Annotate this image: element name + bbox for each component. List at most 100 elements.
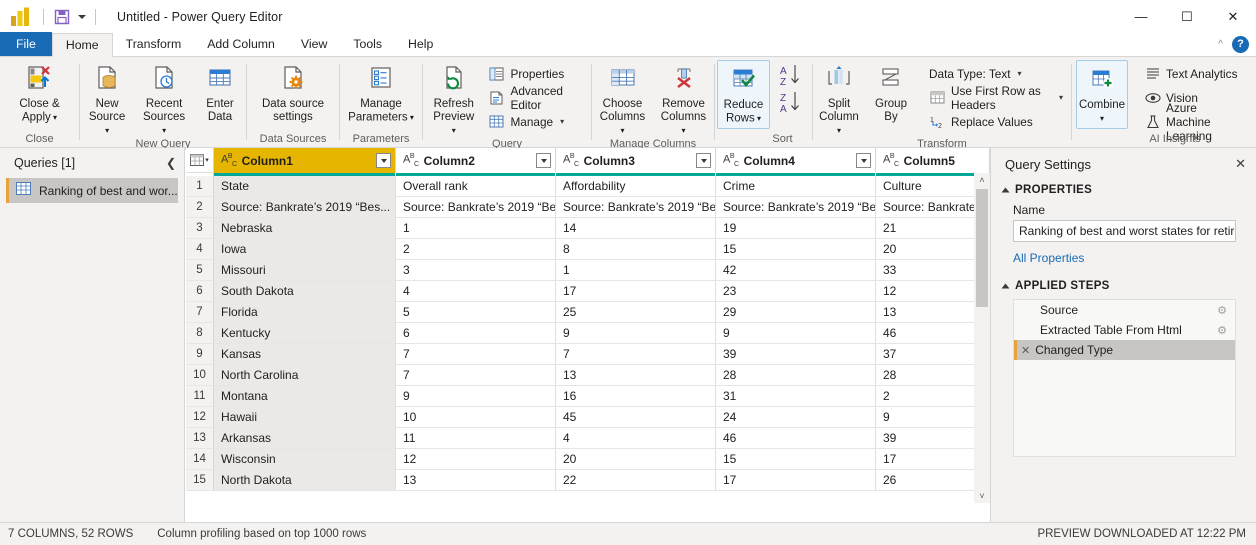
table-cell[interactable]: 15 (716, 449, 876, 469)
tab-home[interactable]: Home (52, 33, 113, 57)
table-cell[interactable]: 20 (556, 449, 716, 469)
refresh-preview-button[interactable]: Refresh Preview ▾ (427, 60, 480, 138)
table-cell[interactable]: 13 (876, 302, 990, 322)
tab-transform[interactable]: Transform (113, 32, 195, 56)
table-cell[interactable]: 13 (396, 470, 556, 490)
table-cell[interactable]: 9 (716, 323, 876, 343)
table-cell[interactable]: 46 (716, 428, 876, 448)
table-cell[interactable]: 5 (396, 302, 556, 322)
query-list-item[interactable]: Ranking of best and wor... (6, 178, 178, 203)
replace-values-button[interactable]: 1 2 Replace Values (925, 111, 1067, 132)
table-cell[interactable]: Montana (214, 386, 396, 406)
table-cell[interactable]: 46 (876, 323, 990, 343)
close-button[interactable]: ✕ (1210, 0, 1256, 33)
row-number[interactable]: 10 (186, 365, 214, 385)
table-cell[interactable]: South Dakota (214, 281, 396, 301)
row-number[interactable]: 1 (186, 176, 214, 196)
table-cell[interactable]: 6 (396, 323, 556, 343)
table-cell[interactable]: 16 (556, 386, 716, 406)
table-cell[interactable]: 17 (876, 449, 990, 469)
row-number[interactable]: 3 (186, 218, 214, 238)
all-properties-link[interactable]: All Properties (991, 242, 1256, 268)
table-cell[interactable]: 22 (556, 470, 716, 490)
quick-access-chevron-down-icon[interactable] (78, 15, 86, 19)
table-cell[interactable]: Crime (716, 176, 876, 196)
row-number[interactable]: 7 (186, 302, 214, 322)
row-number[interactable]: 8 (186, 323, 214, 343)
data-type-button[interactable]: Data Type: Text ▾ (925, 63, 1067, 84)
new-source-button[interactable]: New Source ▾ (80, 60, 134, 138)
collapse-ribbon-chevron-up-icon[interactable]: ^ (1218, 39, 1223, 50)
tab-add-column[interactable]: Add Column (194, 32, 288, 56)
table-cell[interactable]: 29 (716, 302, 876, 322)
table-cell[interactable]: 28 (716, 365, 876, 385)
table-cell[interactable]: Source: Bankrate’s 2019 “Bes... (556, 197, 716, 217)
table-row[interactable]: 11Montana916312 (186, 386, 990, 407)
collapse-queries-chevron-left-icon[interactable]: ❮ (166, 156, 176, 170)
table-row[interactable]: 14Wisconsin12201517 (186, 449, 990, 470)
table-cell[interactable]: Kansas (214, 344, 396, 364)
table-cell[interactable]: 2 (876, 386, 990, 406)
properties-section-header[interactable]: PROPERTIES (991, 180, 1256, 200)
row-number[interactable]: 15 (186, 470, 214, 490)
table-cell[interactable]: 3 (396, 260, 556, 280)
table-cell[interactable]: 14 (556, 218, 716, 238)
table-cell[interactable]: 37 (876, 344, 990, 364)
table-cell[interactable]: 39 (716, 344, 876, 364)
gear-icon[interactable]: ⚙ (1217, 304, 1227, 317)
table-cell[interactable]: 2 (396, 239, 556, 259)
scroll-up-arrow-icon[interactable]: ˄ (979, 173, 984, 187)
table-cell[interactable]: 1 (556, 260, 716, 280)
use-first-row-as-headers-button[interactable]: Use First Row as Headers ▾ (925, 87, 1067, 108)
table-cell[interactable]: Wisconsin (214, 449, 396, 469)
delete-step-icon[interactable]: ✕ (1021, 344, 1030, 357)
table-cell[interactable]: 25 (556, 302, 716, 322)
table-cell[interactable]: 7 (396, 344, 556, 364)
table-cell[interactable]: 12 (876, 281, 990, 301)
table-row[interactable]: 12Hawaii1045249 (186, 407, 990, 428)
column-header-column2[interactable]: ABC Column2 (396, 148, 556, 173)
column-header-column5[interactable]: ABC Column5 (876, 148, 990, 173)
table-cell[interactable]: 10 (396, 407, 556, 427)
table-cell[interactable]: Hawaii (214, 407, 396, 427)
table-row[interactable]: 10North Carolina7132828 (186, 365, 990, 386)
table-cell[interactable]: 24 (716, 407, 876, 427)
table-cell[interactable]: 4 (396, 281, 556, 301)
table-cell[interactable]: 21 (876, 218, 990, 238)
table-cell[interactable]: 42 (716, 260, 876, 280)
table-row[interactable]: 3Nebraska1141921 (186, 218, 990, 239)
table-cell[interactable]: 12 (396, 449, 556, 469)
table-cell[interactable]: Arkansas (214, 428, 396, 448)
applied-step-extracted-table-from-html[interactable]: Extracted Table From Html ⚙ (1014, 320, 1235, 340)
table-cell[interactable]: Iowa (214, 239, 396, 259)
advanced-editor-button[interactable]: Advanced Editor (484, 87, 587, 108)
table-cell[interactable]: Source: Bankrate’s 2019 “Bes... (396, 197, 556, 217)
table-cell[interactable]: 11 (396, 428, 556, 448)
table-cell[interactable]: 4 (556, 428, 716, 448)
split-column-button[interactable]: Split Column ▾ (813, 60, 865, 138)
table-cell[interactable]: Culture (876, 176, 990, 196)
manage-parameters-button[interactable]: Manage Parameters ▾ (342, 60, 420, 125)
table-cell[interactable]: 23 (716, 281, 876, 301)
group-by-button[interactable]: Group By (865, 60, 917, 124)
table-cell[interactable]: North Dakota (214, 470, 396, 490)
table-cell[interactable]: 39 (876, 428, 990, 448)
table-cell[interactable]: 7 (556, 344, 716, 364)
close-and-apply-button[interactable]: Close & Apply ▾ (13, 60, 65, 125)
text-analytics-button[interactable]: Text Analytics (1140, 63, 1244, 84)
table-cell[interactable]: 19 (716, 218, 876, 238)
table-row[interactable]: 1StateOverall rankAffordabilityCrimeCult… (186, 176, 990, 197)
table-cell[interactable]: Source: Bankrate’s 20: (876, 197, 990, 217)
row-number[interactable]: 5 (186, 260, 214, 280)
reduce-rows-button[interactable]: Reduce Rows ▾ (717, 60, 771, 129)
column3-filter-icon[interactable] (696, 153, 711, 168)
combine-button[interactable]: Combine ▾ (1076, 60, 1128, 129)
column2-filter-icon[interactable] (536, 153, 551, 168)
row-number[interactable]: 11 (186, 386, 214, 406)
row-number[interactable]: 12 (186, 407, 214, 427)
table-cell[interactable]: 13 (556, 365, 716, 385)
row-number[interactable]: 13 (186, 428, 214, 448)
row-number[interactable]: 4 (186, 239, 214, 259)
table-row[interactable]: 5Missouri314233 (186, 260, 990, 281)
tab-tools[interactable]: Tools (340, 32, 395, 56)
